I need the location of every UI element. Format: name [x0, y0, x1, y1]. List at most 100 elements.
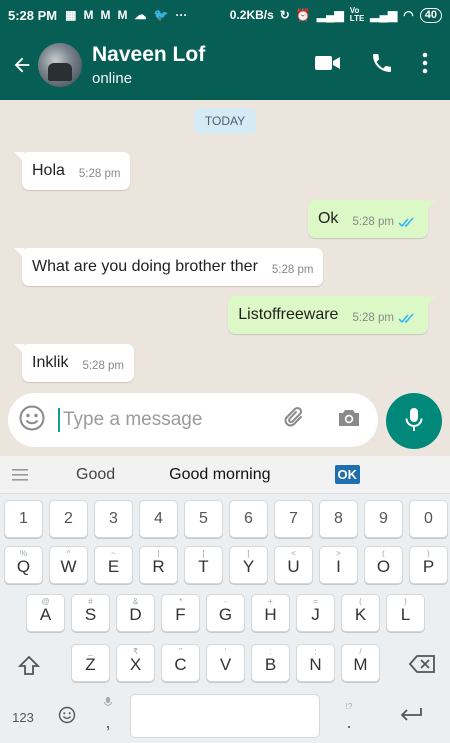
letter-row-3: _ Z ₹ X " C ' V :B ; N / M [0, 644, 450, 688]
space-key[interactable] [130, 694, 320, 738]
suggestion-good[interactable]: Good [76, 466, 115, 484]
emoji-key[interactable] [56, 706, 78, 729]
key-7[interactable]: 7 [274, 500, 313, 538]
more-notifications-icon: ··· [175, 8, 188, 22]
message-input-container[interactable]: Type a message [8, 393, 378, 447]
enter-key[interactable] [396, 706, 426, 729]
key-u[interactable]: < U [274, 546, 313, 584]
lte-icon: Vo LTE [349, 6, 365, 23]
symbols-key[interactable]: 123 [8, 710, 38, 725]
key-j[interactable]: = J [296, 594, 335, 632]
suggestion-ok-emoji[interactable]: OK [334, 465, 361, 484]
key-6[interactable]: 6 [229, 500, 268, 538]
message-incoming[interactable]: Hola 5:28 pm [13, 152, 131, 190]
back-arrow-icon[interactable] [6, 54, 38, 76]
gmail-icon: M [117, 8, 128, 22]
notification-icons: ▦ M M M ☁ 🐦 ··· [65, 8, 187, 22]
key-k[interactable]: (K [341, 594, 380, 632]
key-o[interactable]: (O [364, 546, 403, 584]
read-ticks-icon [398, 312, 418, 324]
gmail-icon: M [100, 8, 111, 22]
key-m[interactable]: / M [341, 644, 380, 682]
contact-info[interactable]: Naveen Lof online [92, 43, 205, 87]
key-3[interactable]: 3 [94, 500, 133, 538]
status-bar: 5:28 PM ▦ M M M ☁ 🐦 ··· 0.2KB/s ↻ ⏰ ▂▄▆ … [0, 0, 450, 30]
message-time: 5:28 pm [352, 216, 394, 228]
compose-bar: Type a message [0, 386, 450, 456]
mic-button[interactable] [386, 393, 442, 449]
key-0[interactable]: 0 [409, 500, 448, 538]
comma-key[interactable]: , [100, 712, 116, 733]
voice-call-icon[interactable] [370, 51, 394, 80]
key-f[interactable]: * F [161, 594, 200, 632]
twitter-icon: 🐦 [153, 8, 169, 22]
chat-area[interactable]: TODAY Hola 5:28 pm Ok 5:28 pm What are y… [0, 100, 450, 386]
letter-row-1: % Q ^ W ~ E | R [T ] Y < U > I (O ) P [0, 546, 450, 590]
key-t[interactable]: [T [184, 546, 223, 584]
signal-icon: ▂▄▆ [316, 8, 344, 22]
message-time: 5:28 pm [271, 264, 314, 276]
key-8[interactable]: 8 [319, 500, 358, 538]
emoji-icon[interactable] [18, 404, 46, 437]
key-5[interactable]: 5 [184, 500, 223, 538]
key-e[interactable]: ~ E [94, 546, 133, 584]
suggestion-good-morning[interactable]: Good morning [169, 466, 270, 484]
read-ticks-icon [398, 216, 418, 228]
message-time: 5:28 pm [352, 312, 394, 324]
backspace-key[interactable] [404, 654, 440, 679]
mic-icon [403, 406, 425, 437]
wifi-icon: ◠ [403, 8, 414, 22]
message-time: 5:28 pm [82, 360, 125, 372]
key-d[interactable]: & D [116, 594, 155, 632]
key-r[interactable]: | R [139, 546, 178, 584]
key-b[interactable]: :B [251, 644, 290, 682]
mic-key-hint [100, 697, 116, 709]
key-4[interactable]: 4 [139, 500, 178, 538]
contact-status: online [92, 70, 133, 87]
message-input[interactable]: Type a message [58, 408, 202, 432]
attach-icon[interactable] [282, 405, 308, 436]
message-incoming[interactable]: Inklik 5:28 pm [13, 344, 135, 382]
period-key[interactable]: . [340, 712, 358, 733]
key-y[interactable]: ] Y [229, 546, 268, 584]
number-row: 1 2 3 4 5 6 7 8 9 0 [0, 500, 450, 544]
key-h[interactable]: + H [251, 594, 290, 632]
key-p[interactable]: ) P [409, 546, 448, 584]
alarm-icon: ⏰ [295, 8, 311, 22]
key-n[interactable]: ; N [296, 644, 335, 682]
key-g[interactable]: -G [206, 594, 245, 632]
avatar[interactable] [38, 43, 82, 87]
message-text: Inklik [32, 354, 69, 371]
key-l[interactable]: ) L [386, 594, 425, 632]
key-2[interactable]: 2 [49, 500, 88, 538]
chat-header: Naveen Lof online [0, 30, 450, 100]
letter-row-2: @ A # S & D * F -G + H = J (K ) L [0, 594, 450, 638]
menu-icon[interactable] [0, 468, 40, 481]
camera-icon[interactable] [336, 406, 362, 435]
key-1[interactable]: 1 [4, 500, 43, 538]
date-chip: TODAY [194, 108, 256, 134]
video-call-icon[interactable] [314, 53, 342, 78]
message-outgoing[interactable]: Listoffreeware 5:28 pm [228, 296, 436, 334]
key-s[interactable]: # S [71, 594, 110, 632]
cloud-icon: ☁ [134, 8, 147, 22]
key-v[interactable]: ' V [206, 644, 245, 682]
message-icon: ▦ [65, 8, 77, 22]
keyboard: 1 2 3 4 5 6 7 8 9 0 % Q ^ W ~ E | R [T ] Y < U… [0, 494, 450, 743]
more-options-icon[interactable] [422, 52, 428, 79]
contact-name: Naveen Lof [92, 43, 206, 66]
shift-key[interactable] [14, 654, 44, 683]
key-i[interactable]: > I [319, 546, 358, 584]
key-9[interactable]: 9 [364, 500, 403, 538]
key-z[interactable]: _ Z [71, 644, 110, 682]
message-text: Hola [32, 162, 65, 179]
shift-icon [17, 655, 41, 682]
key-x[interactable]: ₹ X [116, 644, 155, 682]
key-w[interactable]: ^ W [49, 546, 88, 584]
key-a[interactable]: @ A [26, 594, 65, 632]
message-incoming[interactable]: What are you doing brother ther 5:28 pm [13, 248, 324, 286]
message-outgoing[interactable]: Ok 5:28 pm [307, 200, 437, 238]
key-c[interactable]: " C [161, 644, 200, 682]
enter-icon [398, 708, 424, 728]
key-q[interactable]: % Q [4, 546, 43, 584]
